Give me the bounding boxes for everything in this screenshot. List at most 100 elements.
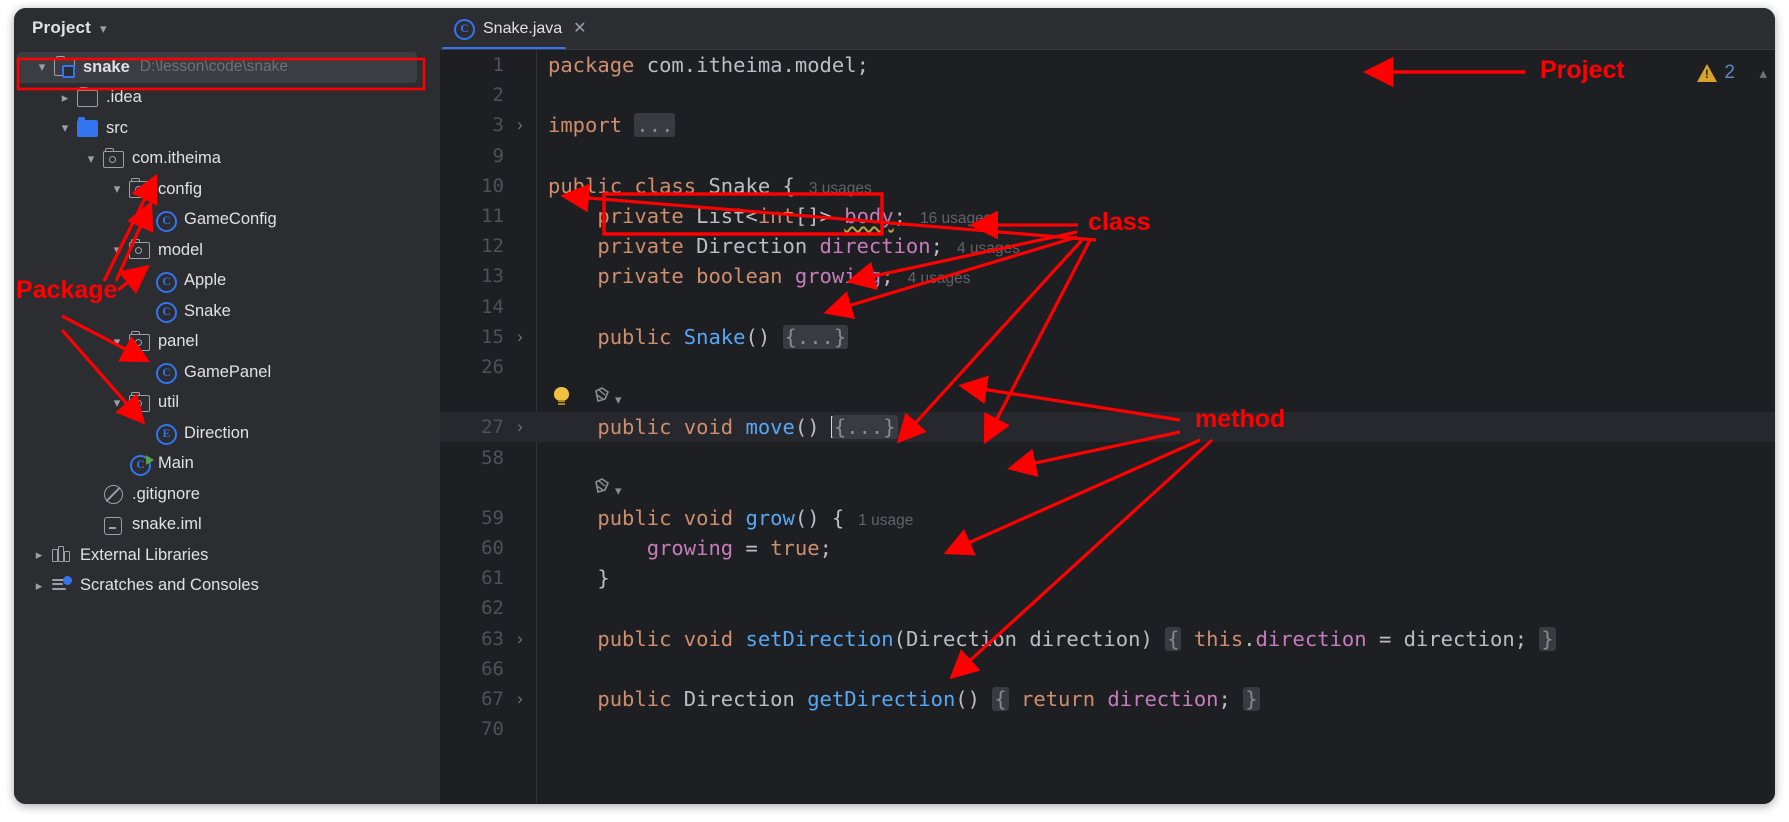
chevron-right-icon[interactable]: › — [504, 327, 536, 347]
tree-item-snake-iml[interactable]: snake.iml — [14, 510, 440, 541]
line-number: 66 — [481, 657, 504, 680]
chevron-right-icon[interactable]: › — [504, 689, 536, 709]
chevron-down-icon[interactable]: ▾ — [31, 59, 53, 75]
java-class-icon: C — [154, 271, 178, 293]
code-text[interactable]: private List<int[]> body; 16 usages — [536, 204, 1775, 228]
tree-item-label: Main — [158, 454, 194, 473]
chevron-down-icon[interactable]: ▾ — [106, 181, 128, 197]
tree-item-label: config — [158, 179, 203, 198]
code-text[interactable]: import ... — [536, 113, 1775, 138]
code-line-66[interactable]: 66 — [440, 654, 1775, 684]
inspection-warning-badge[interactable]: 2 — [1697, 62, 1735, 84]
project-root-icon — [53, 56, 77, 79]
usage-count[interactable]: 1 usage — [858, 512, 913, 529]
code-line-10[interactable]: 10 public class Snake {3 usages — [440, 171, 1775, 201]
folder-package-icon — [128, 178, 152, 199]
tree-item-com-itheima[interactable]: ▾ com.itheima — [14, 144, 440, 175]
code-text[interactable]: } — [536, 566, 1775, 590]
code-line-14[interactable]: 14 — [440, 292, 1775, 322]
tree-item-main[interactable]: C Main — [14, 449, 440, 480]
code-lines[interactable]: 1 package com.itheima.model; 2 3 › import ...… — [440, 50, 1775, 744]
code-line-3[interactable]: 3 › import ... — [440, 110, 1775, 140]
iml-file-icon — [102, 515, 126, 535]
code-text[interactable]: private Direction direction; 4 usages — [536, 234, 1775, 258]
line-number: 10 — [481, 174, 504, 197]
annotation-label-method: method — [1195, 405, 1286, 433]
tree-item-model[interactable]: ▾ model — [14, 235, 440, 266]
code-text[interactable]: public class Snake {3 usages — [536, 174, 1775, 198]
code-line-63[interactable]: 63 › public void setDirection(Direction d… — [440, 624, 1775, 654]
chevron-down-icon[interactable]: ▾ — [615, 392, 622, 408]
tree-item-config[interactable]: ▾ config — [14, 174, 440, 205]
code-text[interactable]: public void setDirection(Direction direc… — [536, 626, 1775, 651]
chevron-right-icon[interactable]: › — [504, 417, 536, 437]
chevron-right-icon[interactable]: › — [504, 115, 536, 135]
implementing-method-icon[interactable] — [592, 386, 611, 405]
tree-item-util[interactable]: ▾ util — [14, 388, 440, 419]
line-number: 60 — [481, 537, 504, 560]
libraries-icon — [50, 545, 74, 565]
chevron-right-icon[interactable]: ▸ — [28, 547, 50, 563]
chevron-down-icon[interactable]: ▾ — [100, 22, 107, 35]
tree-item-gamepanel[interactable]: C GamePanel — [14, 357, 440, 388]
code-text[interactable]: public void grow() {1 usage — [536, 506, 1775, 530]
folder-source-icon — [76, 116, 100, 138]
code-line-13[interactable]: 13 private boolean growing; 4 usages — [440, 261, 1775, 291]
tree-item-src[interactable]: ▾ src — [14, 113, 440, 144]
lightbulb-icon[interactable] — [554, 387, 569, 406]
usage-count[interactable]: 4 usages — [957, 240, 1020, 257]
tree-item-label: Snake — [184, 301, 231, 320]
tree-item--idea[interactable]: ▸ .idea — [14, 83, 440, 114]
close-icon[interactable]: ✕ — [573, 21, 586, 37]
project-tree[interactable]: ▾ snake D:\lesson\code\snake ▸ .idea ▾ src ▾ com… — [14, 52, 440, 601]
code-text[interactable]: private boolean growing; 4 usages — [536, 264, 1775, 288]
tree-item-scratches-and-consoles[interactable]: ▸ Scratches and Consoles — [14, 571, 440, 602]
tree-item-label: model — [158, 240, 203, 259]
chevron-right-icon[interactable]: ▸ — [28, 578, 50, 594]
chevron-down-icon[interactable]: ▾ — [106, 395, 128, 411]
code-text[interactable]: public Direction getDirection() { return… — [536, 687, 1775, 712]
code-editor[interactable]: 1 package com.itheima.model; 2 3 › import ...… — [440, 50, 1775, 804]
chevron-right-icon[interactable]: › — [504, 629, 536, 649]
code-line-26[interactable]: 26 — [440, 352, 1775, 382]
usage-count[interactable]: 16 usages — [920, 210, 992, 227]
tree-item--gitignore[interactable]: .gitignore — [14, 479, 440, 510]
code-line-67[interactable]: 67 › public Direction getDirection() { re… — [440, 684, 1775, 714]
chevron-down-icon[interactable]: ▾ — [54, 120, 76, 136]
code-text[interactable]: public void move() {...} — [536, 415, 1775, 440]
line-number: 2 — [492, 84, 504, 107]
code-line-59[interactable]: 59 public void grow() {1 usage — [440, 503, 1775, 533]
tree-item-panel[interactable]: ▾ panel — [14, 327, 440, 358]
tab-label: Snake.java — [483, 20, 563, 37]
chevron-down-icon[interactable]: ▾ — [80, 151, 102, 167]
chevron-down-icon[interactable]: ▾ — [106, 242, 128, 258]
code-line-27[interactable]: 27 › public void move() {...} — [440, 412, 1775, 443]
code-line-58[interactable]: 58 — [440, 442, 1775, 472]
project-panel-header[interactable]: Project ▾ — [14, 8, 440, 48]
code-line-15[interactable]: 15 › public Snake() {...} — [440, 322, 1775, 352]
code-line-62[interactable]: 62 — [440, 593, 1775, 623]
code-text[interactable]: growing = true; — [536, 536, 1775, 560]
chevron-down-icon[interactable]: ▾ — [106, 334, 128, 350]
code-line-60[interactable]: 60 growing = true; — [440, 533, 1775, 563]
gutter-decoration-row: ▾ — [440, 473, 1775, 503]
tree-item-snake[interactable]: ▾ snake D:\lesson\code\snake — [17, 52, 417, 83]
tree-item-external-libraries[interactable]: ▸ External Libraries — [14, 540, 440, 571]
code-text[interactable]: public Snake() {...} — [536, 324, 1775, 349]
code-line-61[interactable]: 61 } — [440, 563, 1775, 593]
tree-item-direction[interactable]: E Direction — [14, 418, 440, 449]
line-number: 13 — [481, 265, 504, 288]
usage-count[interactable]: 4 usages — [908, 270, 971, 287]
usage-count[interactable]: 3 usages — [809, 180, 872, 197]
tree-item-gameconfig[interactable]: C GameConfig — [14, 205, 440, 236]
java-main-class-icon: C — [128, 454, 154, 476]
implementing-method-icon[interactable] — [592, 477, 611, 496]
code-line-9[interactable]: 9 — [440, 141, 1775, 171]
tab-snake-java[interactable]: C Snake.java ✕ — [440, 8, 603, 50]
project-tool-window: Project ▾ ▾ snake D:\lesson\code\snake ▸ .id… — [14, 8, 440, 804]
chevron-down-icon[interactable]: ▾ — [615, 483, 622, 499]
chevron-right-icon[interactable]: ▸ — [54, 90, 76, 106]
code-line-70[interactable]: 70 — [440, 714, 1775, 744]
line-number: 62 — [481, 597, 504, 620]
chevron-up-icon[interactable]: ▴ — [1759, 64, 1767, 82]
